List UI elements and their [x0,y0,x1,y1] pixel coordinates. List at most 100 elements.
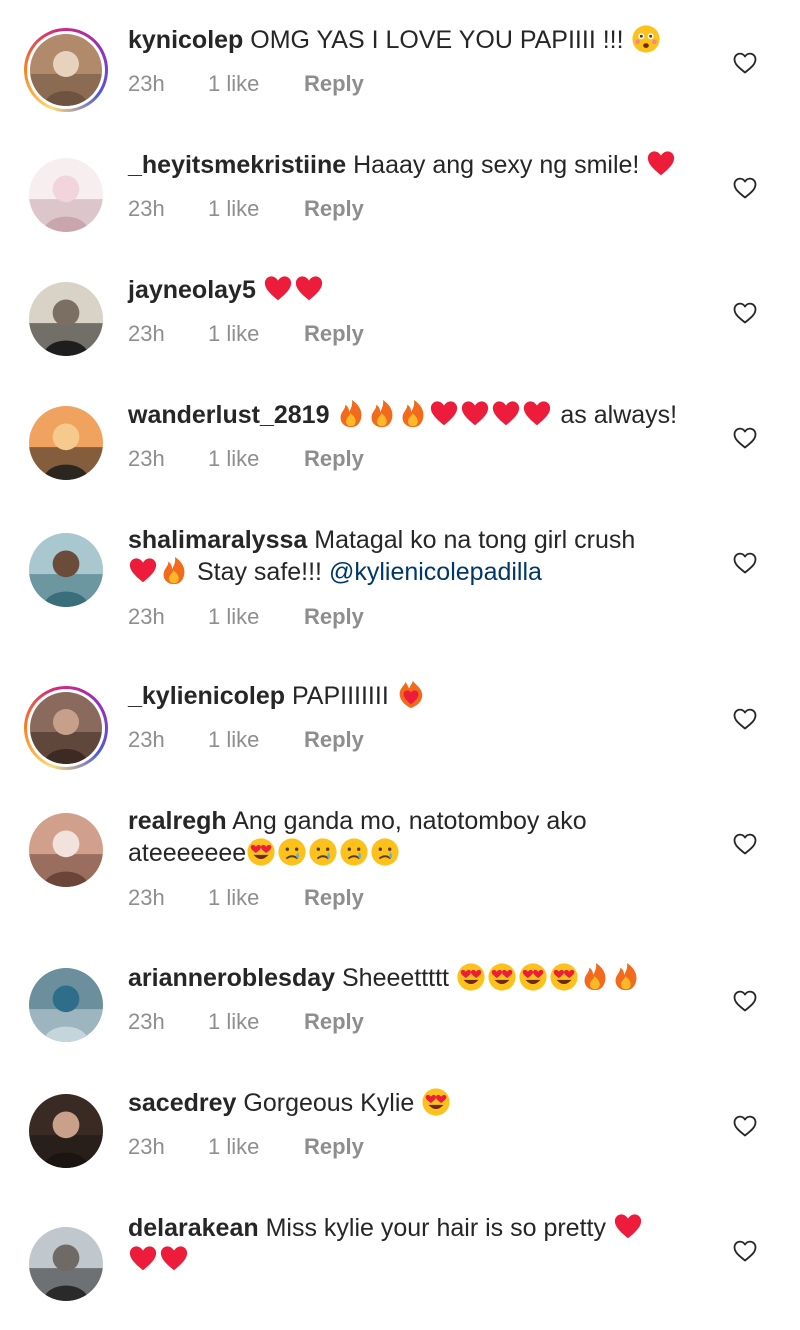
comment-message-line2: ateeeeeee [128,839,247,867]
avatar[interactable] [24,963,108,1047]
comment-row: wanderlust_2819 as always! 23h 1 like Reply [0,397,800,517]
comment-username[interactable]: jayneolay5 [128,276,256,304]
avatar[interactable] [24,28,108,112]
comment-text: wanderlust_2819 as always! [128,399,718,431]
avatar[interactable] [24,401,108,485]
avatar-image [29,406,103,480]
comment-meta: 23h 1 like Reply [128,1009,364,1035]
avatar[interactable] [24,1089,108,1173]
avatar[interactable] [24,1222,108,1306]
like-comment-button[interactable] [732,51,758,75]
mention-link[interactable]: @kylienicolepadilla [329,558,542,586]
comment-username[interactable]: _kylienicolep [128,682,285,710]
like-comment-button[interactable] [732,707,758,731]
comment-timestamp[interactable]: 23h [128,1009,208,1035]
red-heart-emoji-icon [524,401,551,426]
comment-meta: 23h 1 like Reply [128,71,364,97]
avatar[interactable] [24,808,108,892]
comment-username[interactable]: kynicolep [128,26,243,54]
comment-like-count[interactable]: 1 like [208,446,304,472]
like-comment-button[interactable] [732,176,758,200]
reply-button[interactable]: Reply [304,1134,364,1160]
comment-timestamp[interactable]: 23h [128,885,208,911]
reply-button[interactable]: Reply [304,321,364,347]
fire-emoji-icon [584,962,606,991]
comment-username[interactable]: arianneroblesday [128,964,335,992]
comment-meta: 23h 1 like Reply [128,321,364,347]
comment-username[interactable]: sacedrey [128,1089,236,1117]
heart-eyes-emoji-icon [519,963,547,991]
comment-like-count[interactable]: 1 like [208,604,304,630]
like-comment-button[interactable] [732,1239,758,1263]
comment-timestamp[interactable]: 23h [128,321,208,347]
heart-outline-icon [733,990,757,1012]
red-heart-emoji-icon [648,151,675,176]
avatar[interactable] [24,277,108,361]
heart-eyes-emoji-icon [550,963,578,991]
comment-like-count[interactable]: 1 like [208,321,304,347]
comment-row: sacedrey Gorgeous Kylie 23h 1 like Reply [0,1085,800,1205]
reply-button[interactable]: Reply [304,446,364,472]
comment-like-count[interactable]: 1 like [208,885,304,911]
comment-row: _kylienicolep PAPIIIIIII 23h 1 like Reply [0,678,800,798]
comment-like-count[interactable]: 1 like [208,71,304,97]
comment-like-count[interactable]: 1 like [208,1134,304,1160]
like-comment-button[interactable] [732,989,758,1013]
crying-emoji-icon [340,838,368,866]
avatar[interactable] [24,528,108,612]
comment-row: realregh Ang ganda mo, natotomboy ako ate… [0,803,800,923]
comment-text: shalimaralyssa Matagal ko na tong girl c… [128,524,718,588]
comment-timestamp[interactable]: 23h [128,604,208,630]
comment-username[interactable]: _heyitsmekristiine [128,151,346,179]
comment-like-count[interactable]: 1 like [208,727,304,753]
comment-row: delarakean Miss kylie your hair is so pr… [0,1210,800,1330]
heart-outline-icon [733,177,757,199]
heart-outline-icon [733,302,757,324]
heart-eyes-emoji-icon [488,963,516,991]
like-comment-button[interactable] [732,551,758,575]
flushed-emoji-icon [631,25,660,53]
like-comment-button[interactable] [732,832,758,856]
fire-emoji-icon [163,556,185,585]
comment-meta: 23h 1 like Reply [128,885,364,911]
like-comment-button[interactable] [732,301,758,325]
comment-row: _heyitsmekristiine Haaay ang sexy ng smi… [0,147,800,267]
comment-like-count[interactable]: 1 like [208,196,304,222]
reply-button[interactable]: Reply [304,885,364,911]
like-comment-button[interactable] [732,1114,758,1138]
comment-meta: 23h 1 like Reply [128,604,364,630]
heart-outline-icon [733,427,757,449]
avatar[interactable] [24,153,108,237]
comment-row: shalimaralyssa Matagal ko na tong girl c… [0,522,800,642]
comment-timestamp[interactable]: 23h [128,1134,208,1160]
comment-timestamp[interactable]: 23h [128,196,208,222]
fire-emoji-icon [371,399,393,428]
heart-outline-icon [733,1115,757,1137]
comment-message: Miss kylie your hair is so pretty [265,1214,606,1242]
comment-timestamp[interactable]: 23h [128,71,208,97]
reply-button[interactable]: Reply [304,196,364,222]
heart-outline-icon [733,552,757,574]
avatar-image [29,1094,103,1168]
comment-text: kynicolep OMG YAS I LOVE YOU PAPIIII !!! [128,24,718,56]
reply-button[interactable]: Reply [304,1009,364,1035]
comment-text: _heyitsmekristiine Haaay ang sexy ng smi… [128,149,718,181]
like-comment-button[interactable] [732,426,758,450]
comment-username[interactable]: delarakean [128,1214,259,1242]
avatar-image [29,968,103,1042]
comment-timestamp[interactable]: 23h [128,446,208,472]
comment-like-count[interactable]: 1 like [208,1009,304,1035]
reply-button[interactable]: Reply [304,71,364,97]
reply-button[interactable]: Reply [304,604,364,630]
red-heart-emoji-icon [614,1214,642,1239]
avatar[interactable] [24,686,108,770]
comment-username[interactable]: realregh [128,807,227,835]
comment-timestamp[interactable]: 23h [128,727,208,753]
comment-text: _kylienicolep PAPIIIIIII [128,680,718,712]
reply-button[interactable]: Reply [304,727,364,753]
comment-username[interactable]: wanderlust_2819 [128,401,330,429]
comment-message-line2: Stay safe!!! [190,558,329,586]
comment-message: Matagal ko na tong girl crush [314,526,636,554]
comment-username[interactable]: shalimaralyssa [128,526,307,554]
fire-emoji-icon [340,399,362,428]
